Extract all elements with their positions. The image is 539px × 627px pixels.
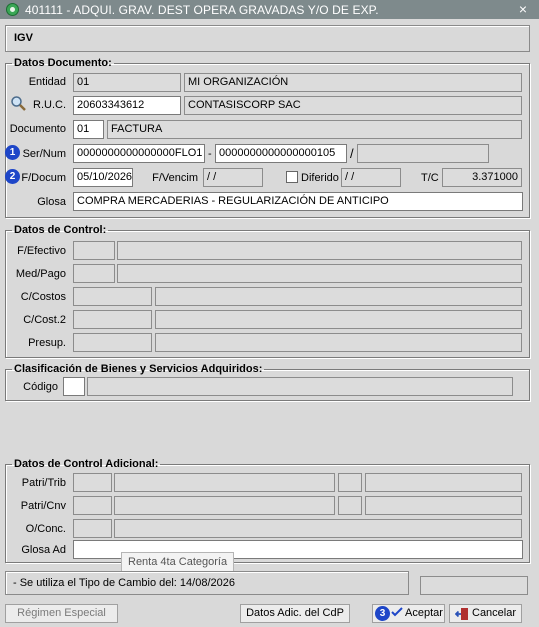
clasificacion-legend: Clasificación de Bienes y Servicios Adqu… <box>14 363 263 375</box>
ccost2-label: C/Cost.2 <box>23 314 66 326</box>
fdocum-label: F/Docum <box>21 172 66 184</box>
step-3-badge: 3 <box>375 606 390 621</box>
ruc-name-field: CONTASISCORP SAC <box>184 96 522 115</box>
ruc-label: R.U.C. <box>33 99 66 111</box>
documento-label: Documento <box>9 123 66 135</box>
patritrib-label: Patri/Trib <box>21 477 66 489</box>
codigo-field[interactable] <box>63 377 85 396</box>
codigo-desc-field <box>87 377 513 396</box>
diferido-label: Diferido <box>301 172 339 184</box>
medpago-label: Med/Pago <box>15 268 66 280</box>
status-message: - Se utiliza el Tipo de Cambio del: 14/0… <box>13 577 235 589</box>
tax-header-panel: IGV <box>5 25 530 52</box>
close-icon[interactable]: × <box>519 1 527 17</box>
presup-desc-field <box>155 333 522 352</box>
documento-code-field[interactable]: 01 <box>73 120 104 139</box>
patricnv-label: Patri/Cnv <box>20 500 66 512</box>
diferido-field[interactable]: / / <box>341 168 401 187</box>
patritrib-code-field[interactable] <box>73 473 112 492</box>
regimen-especial-button[interactable]: Régimen Especial <box>5 604 118 623</box>
datos-control-legend: Datos de Control: <box>14 224 107 236</box>
numero-slash: / <box>350 146 354 161</box>
ccost2-desc-field <box>155 310 522 329</box>
check-icon <box>391 606 403 624</box>
app-logo-icon <box>6 3 19 16</box>
datos-documento-legend: Datos Documento: <box>14 57 112 69</box>
numero-extra-field[interactable] <box>357 144 489 163</box>
step-2-badge: 2 <box>5 169 20 184</box>
control-adicional-legend: Datos de Control Adicional: <box>14 458 159 470</box>
patricnv-desc2-field <box>365 496 522 515</box>
exit-door-icon <box>454 607 469 627</box>
ccost2-code-field[interactable] <box>73 310 152 329</box>
entidad-label: Entidad <box>28 76 66 88</box>
entidad-code-field[interactable]: 01 <box>73 73 181 92</box>
patricnv-code2-field[interactable] <box>338 496 362 515</box>
patricnv-desc-field <box>114 496 335 515</box>
glosa-ad-label: Glosa Ad <box>21 544 66 556</box>
oconc-desc-field <box>114 519 522 538</box>
aceptar-label: Aceptar <box>405 607 443 619</box>
search-ruc-icon[interactable] <box>10 95 26 111</box>
entidad-name-field: MI ORGANIZACIÓN <box>184 73 522 92</box>
tax-label: IGV <box>14 32 33 44</box>
renta-4ta-tooltip: Renta 4ta Categoría <box>121 552 235 572</box>
ccostos-desc-field <box>155 287 522 306</box>
codigo-label: Código <box>23 381 58 393</box>
serie-dash: - <box>208 148 212 160</box>
ccostos-code-field[interactable] <box>73 287 152 306</box>
fefectivo-label: F/Efectivo <box>17 245 66 257</box>
cancelar-button[interactable]: Cancelar <box>449 604 522 623</box>
oconc-label: O/Conc. <box>25 523 66 535</box>
medpago-desc-field <box>117 264 522 283</box>
window-title: 401111 - ADQUI. GRAV. DEST OPERA GRAVADA… <box>25 2 379 17</box>
sernum-label: Ser/Num <box>22 148 66 160</box>
patritrib-desc2-field <box>365 473 522 492</box>
numero-field[interactable]: 0000000000000000105 <box>215 144 347 163</box>
tc-label: T/C <box>421 172 439 184</box>
presup-code-field[interactable] <box>73 333 152 352</box>
patritrib-desc-field <box>114 473 335 492</box>
patricnv-code-field[interactable] <box>73 496 112 515</box>
status-panel: - Se utiliza el Tipo de Cambio del: 14/0… <box>5 571 409 595</box>
medpago-code-field[interactable] <box>73 264 115 283</box>
fdocum-field[interactable]: 05/10/2026 <box>73 168 133 187</box>
diferido-checkbox[interactable] <box>286 171 298 183</box>
fefectivo-desc-field <box>117 241 522 260</box>
serie-field[interactable]: 0000000000000000FLO1 <box>73 144 205 163</box>
cancelar-label: Cancelar <box>472 607 517 619</box>
patritrib-code2-field[interactable] <box>338 473 362 492</box>
fefectivo-code-field[interactable] <box>73 241 115 260</box>
ccostos-label: C/Costos <box>20 291 66 303</box>
aceptar-button[interactable]: 3 Aceptar <box>372 604 445 623</box>
documento-name-field: FACTURA <box>107 120 522 139</box>
tc-field: 3.371000 <box>442 168 522 187</box>
datos-adic-cdp-button[interactable]: Datos Adic. del CdP <box>240 604 350 623</box>
fvencim-field[interactable]: / / <box>203 168 263 187</box>
status-extra-field <box>420 576 528 595</box>
ruc-field[interactable]: 20603343612 <box>73 96 181 115</box>
title-bar: 401111 - ADQUI. GRAV. DEST OPERA GRAVADA… <box>0 0 539 19</box>
glosa-field[interactable]: COMPRA MERCADERIAS - REGULARIZACIÓN DE A… <box>73 192 523 211</box>
glosa-label: Glosa <box>37 196 66 208</box>
oconc-code-field[interactable] <box>73 519 112 538</box>
step-1-badge: 1 <box>5 145 20 160</box>
fvencim-label: F/Vencim <box>152 172 198 184</box>
presup-label: Presup. <box>28 337 66 349</box>
